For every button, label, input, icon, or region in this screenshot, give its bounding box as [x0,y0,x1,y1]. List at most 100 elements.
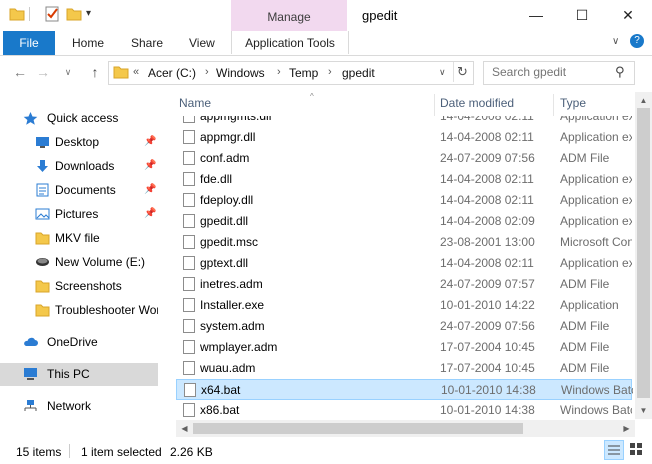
file-icon [183,151,195,165]
nav-item-downloads[interactable]: Downloads 📌 [0,155,158,178]
file-name: inetres.adm [200,277,263,291]
file-row[interactable]: gpedit.dll 14-04-2008 02:09 Application ex [176,211,632,232]
column-date-modified[interactable]: Date modified [440,96,514,110]
nav-item-desktop[interactable]: Desktop 📌 [0,131,158,154]
file-row[interactable]: inetres.adm 24-07-2009 07:57 ADM File [176,274,632,295]
tab-application-tools[interactable]: Application Tools [231,31,349,54]
file-row[interactable]: system.adm 24-07-2009 07:56 ADM File [176,316,632,337]
pin-icon[interactable]: 📌 [144,136,156,147]
up-arrow-icon[interactable]: ↑ [86,63,104,81]
address-dropdown-icon[interactable]: ∨ [439,67,446,78]
sort-arrow-icon: ^ [310,92,314,101]
search-box[interactable]: ⚲ [483,61,635,85]
recent-locations-icon[interactable]: ∨ [59,63,77,81]
breadcrumb-acer[interactable]: Acer (C:) [148,66,196,80]
computer-icon [23,367,38,381]
large-icons-view-button[interactable] [627,440,647,460]
file-row[interactable]: wuau.adm 17-07-2004 10:45 ADM File [176,358,632,379]
minimize-button[interactable]: — [513,0,559,31]
breadcrumb-separator[interactable]: › [205,66,209,78]
breadcrumb-separator[interactable]: › [277,66,281,78]
column-divider[interactable] [553,94,554,116]
nav-item-troubleshooter[interactable]: Troubleshooter Wor [0,299,158,322]
maximize-button[interactable]: ☐ [559,0,605,31]
toolbar-divider [29,7,30,21]
customize-toolbar-icon[interactable]: ▾ [86,8,91,19]
folder-icon [35,231,50,245]
nav-item-screenshots[interactable]: Screenshots [0,275,158,298]
file-type: Windows Batc [560,403,632,417]
file-name: gpedit.dll [200,214,249,228]
expand-ribbon-icon[interactable]: ∨ [612,36,619,47]
column-divider[interactable] [434,94,435,116]
file-date: 24-07-2009 07:56 [440,151,535,165]
nav-item-pictures[interactable]: Pictures 📌 [0,203,158,226]
folder-icon[interactable] [9,6,25,22]
pin-icon[interactable]: 📌 [144,160,156,171]
file-row[interactable]: appmgr.dll 14-04-2008 02:11 Application ex [176,127,632,148]
forward-arrow-icon[interactable]: → [34,63,52,81]
breadcrumb-gpedit[interactable]: gpedit [342,66,375,80]
file-type: ADM File [560,277,610,291]
scroll-left-arrow[interactable]: ◀ [176,420,193,437]
file-row[interactable]: gpedit.msc 23-08-2001 13:00 Microsoft Con [176,232,632,253]
cloud-icon [23,335,38,349]
file-type: Application ex [560,116,632,123]
file-icon [183,361,195,375]
breadcrumb-windows[interactable]: Windows [216,66,265,80]
column-type[interactable]: Type [560,96,586,110]
file-date: 14-04-2008 02:11 [440,116,534,123]
file-icon [183,256,195,270]
pin-icon[interactable]: 📌 [144,208,156,219]
file-icon [183,277,195,291]
scroll-up-arrow[interactable]: ▲ [635,92,652,109]
file-row[interactable]: fdeploy.dll 14-04-2008 02:11 Application e… [176,190,632,211]
tab-share[interactable]: Share [131,31,163,55]
file-name: appmgr.dll [200,130,256,144]
file-row[interactable]: gptext.dll 14-04-2008 02:11 Application ex [176,253,632,274]
file-list: appmgmts.dll 14-04-2008 02:11 Application … [176,116,635,420]
file-icon [183,403,195,417]
file-icon [183,130,195,144]
search-icon[interactable]: ⚲ [615,64,625,80]
scroll-down-arrow[interactable]: ▼ [635,402,652,419]
nav-item-new-volume[interactable]: New Volume (E:) [0,251,158,274]
properties-icon[interactable] [44,6,60,22]
tab-home[interactable]: Home [72,31,104,55]
breadcrumb-temp[interactable]: Temp [289,66,318,80]
nav-network[interactable]: Network [0,395,158,418]
file-row[interactable]: appmgmts.dll 14-04-2008 02:11 Application … [176,116,632,127]
file-row[interactable]: fde.dll 14-04-2008 02:11 Application ex [176,169,632,190]
back-arrow-icon[interactable]: ← [11,63,29,81]
scroll-right-arrow[interactable]: ▶ [618,420,635,437]
file-tab[interactable]: File [3,31,55,55]
file-row[interactable]: x86.bat 10-01-2010 14:38 Windows Batc [176,400,632,420]
search-input[interactable] [484,62,612,82]
selection-count: 1 item selected [81,445,162,459]
file-name: wmplayer.adm [200,340,278,354]
file-row[interactable]: wmplayer.adm 17-07-2004 10:45 ADM File [176,337,632,358]
file-row[interactable]: x64.bat 10-01-2010 14:38 Windows Batc [176,379,633,400]
overflow-chevron[interactable]: « [133,66,139,78]
close-button[interactable]: ✕ [605,0,651,31]
nav-item-mkv-file[interactable]: MKV file [0,227,158,250]
column-name[interactable]: Name [179,96,211,110]
tab-view[interactable]: View [189,31,215,55]
nav-item-documents[interactable]: Documents 📌 [0,179,158,202]
nav-onedrive[interactable]: OneDrive [0,331,158,354]
file-date: 23-08-2001 13:00 [440,235,535,249]
breadcrumb-separator[interactable]: › [328,66,332,78]
vertical-scroll-thumb[interactable] [637,108,650,398]
nav-quick-access[interactable]: Quick access [0,107,158,130]
nav-this-pc[interactable]: This PC [0,363,158,386]
file-type: ADM File [560,340,610,354]
file-row[interactable]: conf.adm 24-07-2009 07:56 ADM File [176,148,632,169]
details-view-icon [608,445,620,455]
pin-icon[interactable]: 📌 [144,184,156,195]
horizontal-scroll-thumb[interactable] [193,423,523,434]
help-icon[interactable]: ? [630,34,644,48]
file-row[interactable]: Installer.exe 10-01-2010 14:22 Application [176,295,632,316]
refresh-icon[interactable]: ↻ [457,64,468,80]
new-folder-icon[interactable] [66,6,82,22]
details-view-button[interactable] [604,440,624,460]
